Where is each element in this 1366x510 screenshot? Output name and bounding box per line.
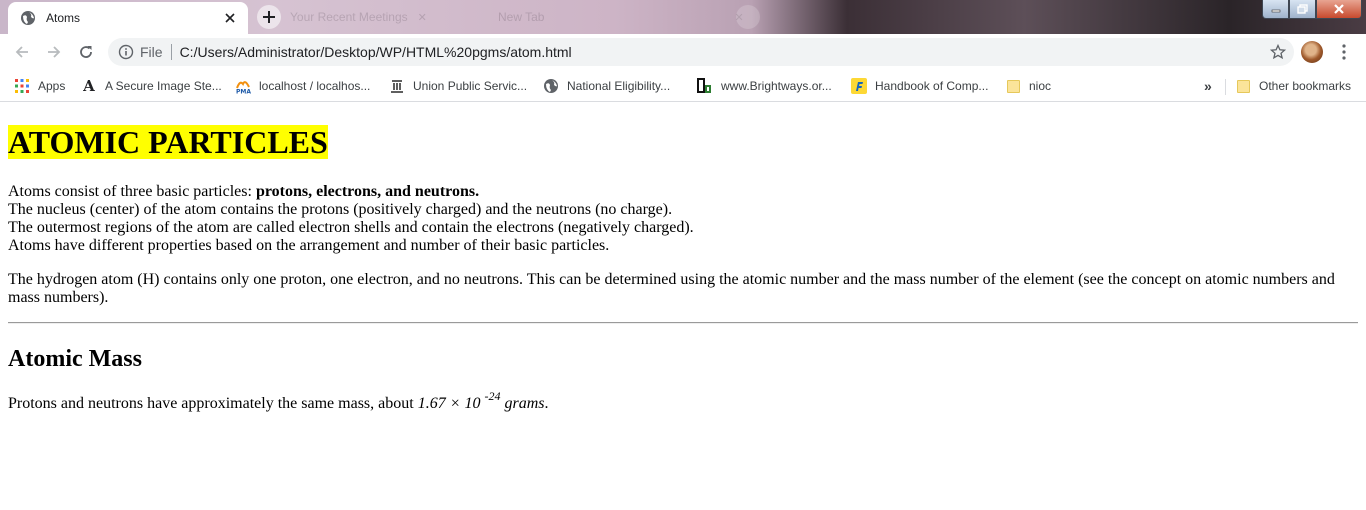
- close-icon[interactable]: ✕: [418, 11, 427, 24]
- bookmark-label: Apps: [38, 79, 66, 93]
- bookmark-label: www.Brightways.or...: [721, 79, 832, 93]
- reload-button[interactable]: [72, 38, 100, 66]
- tab-title: Atoms: [46, 11, 81, 25]
- mass-exponent: -24: [484, 388, 501, 403]
- apps-grid-icon: [14, 78, 30, 94]
- bookmark-handbook[interactable]: Handbook of Comp...: [851, 76, 988, 96]
- mass-end: .: [544, 395, 549, 412]
- restore-button[interactable]: [1289, 0, 1316, 19]
- tab-title: New Tab: [498, 10, 545, 24]
- mass-paragraph: Protons and neutrons have approximately …: [8, 390, 1358, 413]
- bookmark-label: Other bookmarks: [1259, 79, 1352, 93]
- divider: [1225, 79, 1226, 95]
- globe-icon: [543, 78, 559, 94]
- address-bar[interactable]: File C:/Users/Administrator/Desktop/WP/H…: [108, 38, 1294, 66]
- close-window-button[interactable]: [1316, 0, 1362, 19]
- browser-toolbar: File C:/Users/Administrator/Desktop/WP/H…: [0, 34, 1366, 70]
- properties-line: Atoms have different properties based on…: [8, 237, 610, 254]
- mass-unit: grams: [500, 395, 545, 412]
- page-content: ATOMIC PARTICLES Atoms consist of three …: [0, 103, 1366, 510]
- emblem-icon: [389, 78, 405, 94]
- horizontal-rule: [8, 322, 1358, 324]
- phpmyadmin-icon: PMA: [235, 78, 251, 94]
- globe-icon: [20, 10, 36, 26]
- flipkart-icon: [851, 78, 867, 94]
- url-text[interactable]: C:/Users/Administrator/Desktop/WP/HTML%2…: [180, 44, 1268, 60]
- bookmark-label: A Secure Image Ste...: [105, 79, 222, 93]
- other-bookmarks[interactable]: Other bookmarks: [1235, 76, 1351, 96]
- section-heading: Atomic Mass: [8, 346, 142, 372]
- bookmark-label: National Eligibility...: [567, 79, 671, 93]
- close-icon[interactable]: [222, 10, 238, 26]
- bookmark-localhost[interactable]: PMA localhost / localhos...: [235, 76, 370, 96]
- mass-text: Protons and neutrons have approximately …: [8, 395, 418, 412]
- tab-background-2[interactable]: New Tab ✕: [498, 6, 744, 28]
- divider: [170, 44, 172, 60]
- ghost-new-tab-icon: [736, 5, 760, 29]
- svg-text:PMA: PMA: [236, 89, 251, 95]
- intro-paragraph: Atoms consist of three basic particles: …: [8, 183, 1358, 255]
- letter-a-icon: A: [83, 77, 95, 95]
- intro-text: Atoms consist of three basic particles:: [8, 183, 256, 200]
- menu-dots-icon[interactable]: [1334, 42, 1354, 62]
- page-title: ATOMIC PARTICLES: [8, 124, 328, 160]
- shells-line: The outermost regions of the atom are ca…: [8, 219, 694, 236]
- brightways-icon: [697, 78, 713, 94]
- star-icon[interactable]: [1268, 42, 1288, 62]
- bookmark-upsc[interactable]: Union Public Servic...: [389, 76, 527, 96]
- folder-icon: [1005, 78, 1021, 94]
- minimize-button[interactable]: [1262, 0, 1289, 19]
- tab-background-1[interactable]: Your Recent Meetings ✕: [290, 6, 427, 28]
- bookmark-label: localhost / localhos...: [259, 79, 371, 93]
- bookmark-label: nioc: [1029, 79, 1052, 93]
- scheme-label: File: [140, 44, 163, 60]
- bookmark-secure-image[interactable]: A A Secure Image Ste...: [81, 76, 222, 96]
- avatar[interactable]: [1301, 41, 1323, 63]
- mass-value: 1.67 × 10: [417, 395, 481, 412]
- folder-icon: [1235, 78, 1251, 94]
- tab-strip: Atoms Your Recent Meetings ✕ New Tab ✕: [0, 0, 1366, 34]
- bookmark-label: Union Public Servic...: [413, 79, 528, 93]
- new-tab-button[interactable]: [257, 5, 281, 29]
- intro-bold-text: protons, electrons, and neutrons.: [255, 183, 480, 200]
- info-icon[interactable]: [118, 44, 134, 60]
- window-controls: [1262, 0, 1362, 19]
- hydrogen-paragraph: The hydrogen atom (H) contains only one …: [8, 271, 1335, 306]
- back-button[interactable]: [8, 38, 36, 66]
- bookmark-national-eligibility[interactable]: National Eligibility...: [543, 76, 670, 96]
- bookmarks-bar: Apps A A Secure Image Ste... PMA localho…: [0, 70, 1366, 102]
- bookmarks-overflow-button[interactable]: »: [1204, 76, 1212, 96]
- bookmark-nioc[interactable]: nioc: [1005, 76, 1051, 96]
- forward-button[interactable]: [40, 38, 68, 66]
- bookmark-apps[interactable]: Apps: [14, 76, 65, 96]
- bookmark-label: Handbook of Comp...: [875, 79, 989, 93]
- nucleus-line: The nucleus (center) of the atom contain…: [8, 201, 673, 218]
- bookmark-brightways[interactable]: www.Brightways.or...: [697, 76, 832, 96]
- tab-title: Your Recent Meetings: [290, 10, 408, 24]
- tab-atoms[interactable]: Atoms: [8, 2, 248, 34]
